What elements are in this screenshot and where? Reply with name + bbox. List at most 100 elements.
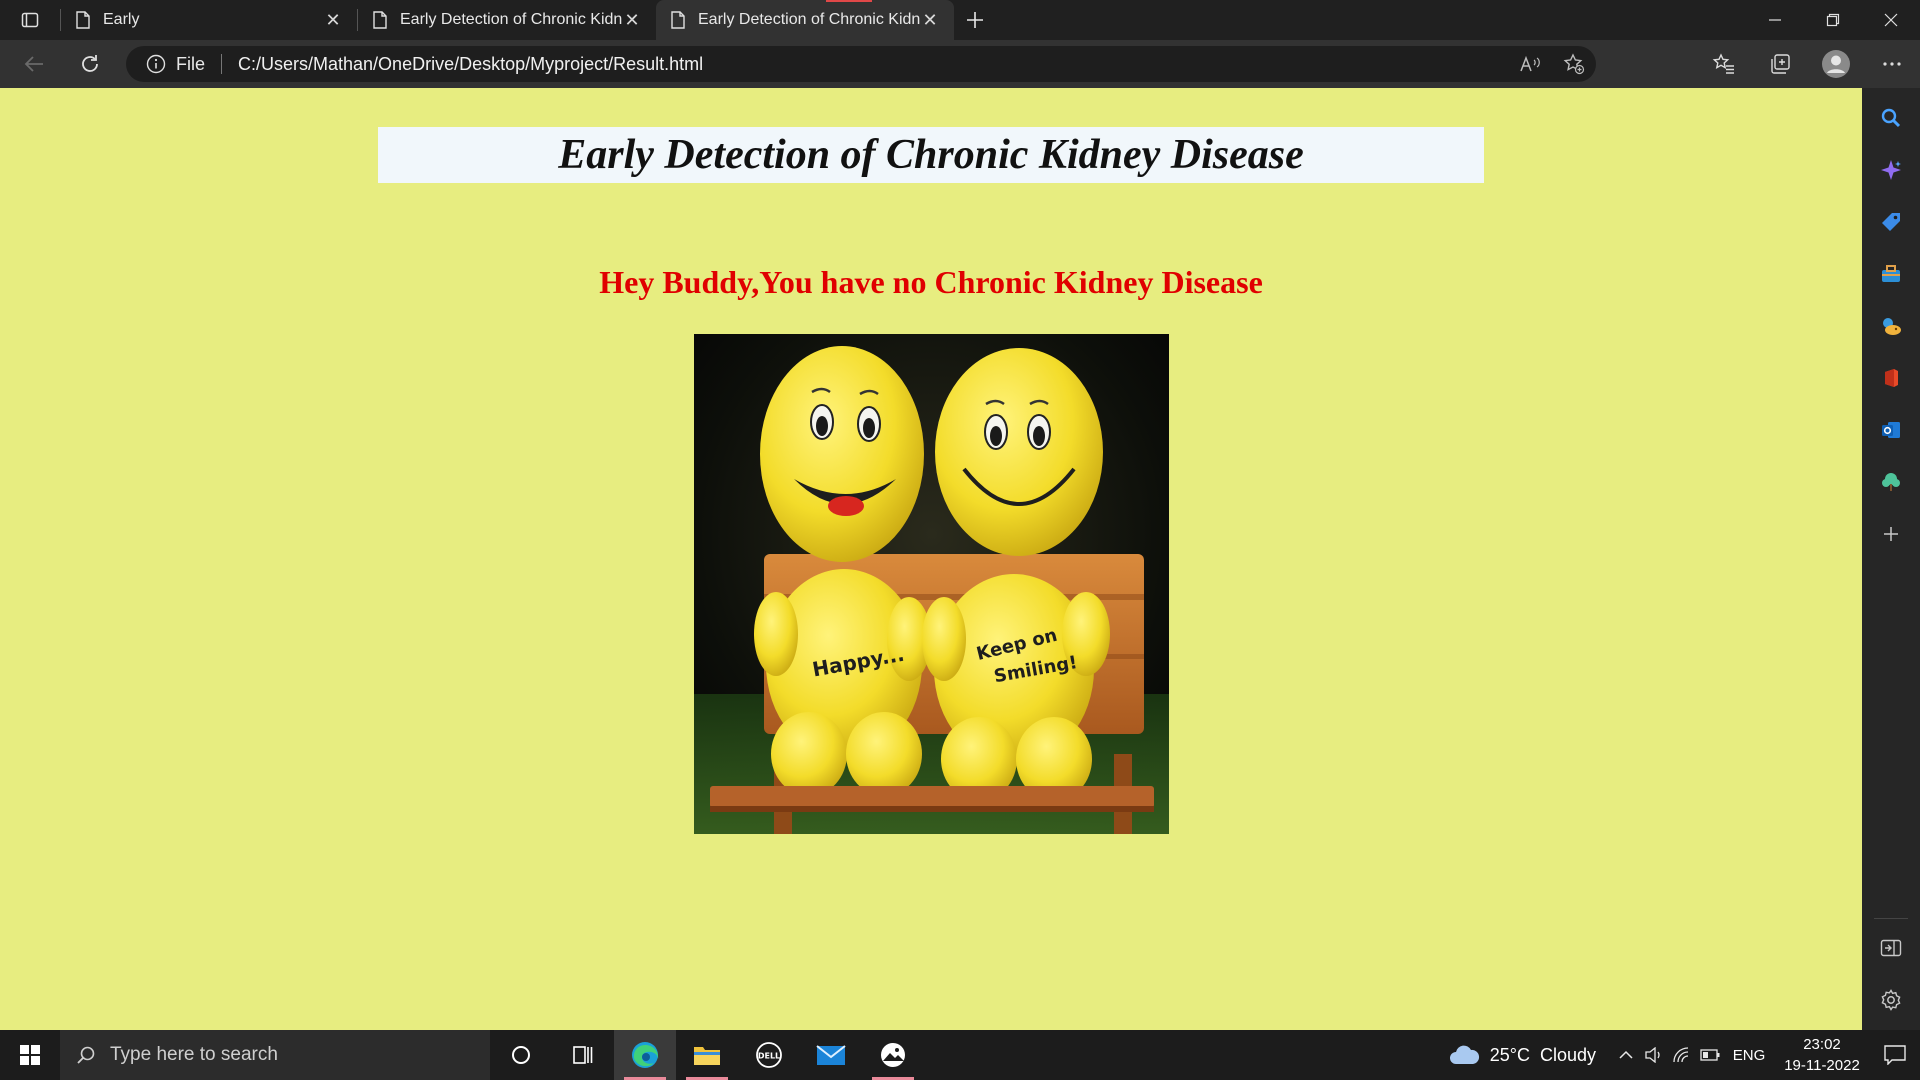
smiley-plush-image: Happy... Keep on Smiling! bbox=[694, 334, 1169, 834]
search-placeholder: Type here to search bbox=[110, 1044, 278, 1065]
tab-early[interactable]: Early ✕ bbox=[61, 0, 357, 40]
sidebar-search-button[interactable] bbox=[1862, 96, 1920, 140]
sidebar-shopping-button[interactable] bbox=[1862, 200, 1920, 244]
system-tray: 25°C Cloudy ENG 23:02 19-11-2022 bbox=[1448, 1030, 1920, 1080]
plus-icon bbox=[1884, 527, 1898, 541]
sidebar-tree-button[interactable] bbox=[1862, 460, 1920, 504]
add-favorite-button[interactable] bbox=[1552, 46, 1596, 82]
star-add-icon bbox=[1563, 53, 1585, 75]
notifications-button[interactable] bbox=[1870, 1030, 1920, 1080]
refresh-icon bbox=[82, 55, 98, 72]
close-tab-icon[interactable]: ✕ bbox=[622, 10, 642, 30]
page-icon bbox=[671, 11, 685, 29]
window-controls bbox=[1746, 0, 1920, 40]
sidebar-add-button[interactable] bbox=[1862, 512, 1920, 556]
page-icon bbox=[373, 11, 387, 29]
hide-sidebar-icon bbox=[1880, 939, 1902, 957]
collections-button[interactable] bbox=[1752, 40, 1808, 88]
restore-icon bbox=[1826, 13, 1840, 27]
page-title: Early Detection of Chronic Kidney Diseas… bbox=[558, 132, 1304, 178]
windows-taskbar: Type here to search DELL 25°C Cloudy ENG… bbox=[0, 1030, 1920, 1080]
sidebar-outlook-button[interactable] bbox=[1862, 408, 1920, 452]
battery-button[interactable] bbox=[1696, 1030, 1724, 1080]
search-icon bbox=[77, 1046, 95, 1064]
new-tab-button[interactable] bbox=[954, 0, 996, 40]
minimize-icon bbox=[1769, 19, 1781, 21]
search-icon bbox=[1881, 108, 1901, 128]
tab-actions-button[interactable] bbox=[0, 0, 60, 40]
sparkle-icon bbox=[1881, 160, 1901, 180]
windows-logo-icon bbox=[20, 1045, 40, 1065]
url-text[interactable]: C:/Users/Mathan/OneDrive/Desktop/Myproje… bbox=[238, 54, 703, 75]
address-bar-actions bbox=[1508, 46, 1596, 82]
profile-button[interactable] bbox=[1808, 40, 1864, 88]
taskbar-file-explorer[interactable] bbox=[676, 1030, 738, 1080]
favorites-button[interactable] bbox=[1696, 40, 1752, 88]
back-arrow-icon bbox=[24, 56, 43, 72]
edge-icon bbox=[632, 1042, 659, 1068]
svg-text:DELL: DELL bbox=[758, 1052, 780, 1061]
weather-condition: Cloudy bbox=[1539, 1044, 1596, 1065]
read-aloud-button[interactable] bbox=[1508, 46, 1552, 82]
sidebar-divider bbox=[1874, 918, 1908, 919]
sidebar-settings-button[interactable] bbox=[1862, 978, 1920, 1022]
tag-icon bbox=[1882, 213, 1900, 231]
refresh-button[interactable] bbox=[68, 42, 112, 86]
address-bar[interactable]: File C:/Users/Mathan/OneDrive/Desktop/My… bbox=[126, 46, 1596, 82]
browser-toolbar: File C:/Users/Mathan/OneDrive/Desktop/My… bbox=[0, 40, 1920, 88]
taskbar-dell[interactable]: DELL bbox=[738, 1030, 800, 1080]
info-icon[interactable] bbox=[146, 54, 166, 74]
office-icon bbox=[1885, 369, 1898, 387]
sidebar-office-button[interactable] bbox=[1862, 356, 1920, 400]
folder-icon bbox=[694, 1047, 720, 1065]
sidebar-hide-button[interactable] bbox=[1862, 926, 1920, 970]
back-button[interactable] bbox=[12, 42, 56, 86]
taskbar-photos[interactable] bbox=[862, 1030, 924, 1080]
close-window-button[interactable] bbox=[1862, 0, 1920, 40]
collections-icon bbox=[1771, 54, 1790, 74]
minimize-button[interactable] bbox=[1746, 0, 1804, 40]
tab-bar: Early ✕ Early Detection of Chronic Kidne… bbox=[0, 0, 1920, 40]
volume-button[interactable] bbox=[1640, 1030, 1668, 1080]
network-button[interactable] bbox=[1668, 1030, 1696, 1080]
taskbar-edge[interactable] bbox=[614, 1030, 676, 1080]
clock-date: 19-11-2022 bbox=[1784, 1057, 1860, 1074]
start-button[interactable] bbox=[0, 1030, 60, 1080]
show-hidden-icons-button[interactable] bbox=[1612, 1030, 1640, 1080]
settings-more-button[interactable] bbox=[1864, 40, 1920, 88]
tree-icon bbox=[1882, 473, 1900, 491]
mail-icon bbox=[816, 1045, 846, 1065]
page-icon bbox=[76, 11, 90, 29]
page-content: Early Detection of Chronic Kidney Diseas… bbox=[0, 88, 1862, 1030]
tab-ckd-active[interactable]: Early Detection of Chronic Kidney Diseas… bbox=[656, 0, 954, 40]
close-tab-icon[interactable]: ✕ bbox=[920, 10, 940, 30]
outlook-icon bbox=[1882, 422, 1900, 438]
clock[interactable]: 23:02 19-11-2022 bbox=[1774, 1034, 1870, 1076]
task-view-button[interactable] bbox=[552, 1030, 614, 1080]
cortana-button[interactable] bbox=[490, 1030, 552, 1080]
tab-ckd-1[interactable]: Early Detection of Chronic Kidney Diseas… bbox=[358, 0, 656, 40]
clock-time: 23:02 bbox=[1803, 1036, 1841, 1053]
sidebar-games-button[interactable] bbox=[1862, 304, 1920, 348]
toolbar-right-actions bbox=[1696, 40, 1920, 88]
cloud-icon bbox=[1449, 1045, 1479, 1064]
plus-icon bbox=[967, 12, 983, 28]
avatar-icon bbox=[1822, 50, 1850, 78]
language-indicator[interactable]: ENG bbox=[1724, 1047, 1774, 1064]
sidebar-discover-button[interactable] bbox=[1862, 148, 1920, 192]
dell-icon: DELL bbox=[756, 1042, 782, 1068]
taskbar-mail[interactable] bbox=[800, 1030, 862, 1080]
weather-widget[interactable]: 25°C Cloudy bbox=[1448, 1044, 1596, 1066]
notification-icon bbox=[1884, 1045, 1906, 1065]
chevron-up-icon bbox=[1619, 1050, 1633, 1059]
address-divider bbox=[221, 54, 223, 74]
taskbar-search-box[interactable]: Type here to search bbox=[60, 1030, 490, 1080]
task-view-icon bbox=[573, 1046, 593, 1064]
sidebar-tools-button[interactable] bbox=[1862, 252, 1920, 296]
smiley-plush-illustration: Happy... Keep on Smiling! bbox=[694, 334, 1169, 834]
restore-button[interactable] bbox=[1804, 0, 1862, 40]
close-tab-icon[interactable]: ✕ bbox=[323, 10, 343, 30]
toolbox-icon bbox=[1882, 265, 1900, 282]
tab-actions-icon bbox=[21, 12, 39, 28]
weather-temperature: 25°C bbox=[1489, 1044, 1530, 1065]
